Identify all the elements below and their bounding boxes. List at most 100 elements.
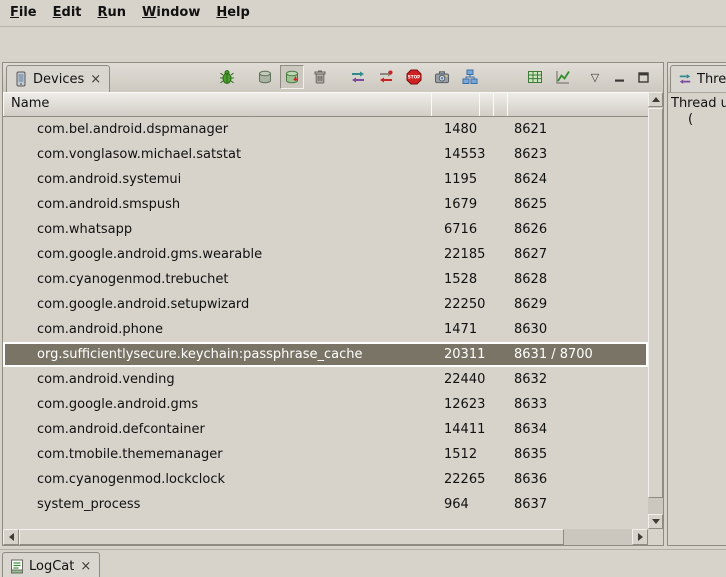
close-icon[interactable]: ×	[79, 560, 92, 573]
tab-logcat[interactable]: LogCat ×	[2, 552, 100, 577]
process-pid: 22265	[444, 467, 485, 492]
column-header-port[interactable]	[507, 92, 648, 116]
menu-window[interactable]: Window	[134, 0, 208, 26]
scroll-down-button[interactable]	[648, 514, 663, 529]
update-threads-button[interactable]	[346, 65, 370, 89]
update-heap-button[interactable]	[253, 65, 277, 89]
process-port: 8625	[514, 192, 547, 217]
process-name: com.android.systemui	[37, 167, 181, 192]
stop-process-button[interactable]: STOP	[402, 65, 426, 89]
tab-devices[interactable]: Devices ×	[6, 65, 110, 92]
process-pid: 22185	[444, 242, 485, 267]
column-header-pid[interactable]	[431, 92, 480, 116]
table-row[interactable]: system_process 964 8637	[3, 492, 648, 517]
screen-capture-button[interactable]	[430, 65, 454, 89]
trash-icon	[312, 69, 328, 85]
vertical-scroll-thumb[interactable]	[648, 108, 663, 498]
process-name: com.android.defcontainer	[37, 417, 205, 442]
process-port: 8623	[514, 142, 547, 167]
table-row[interactable]: com.google.android.gms 12623 8633	[3, 392, 648, 417]
table-row[interactable]: com.cyanogenmod.trebuchet 1528 8628	[3, 267, 648, 292]
process-pid: 14553	[444, 142, 485, 167]
process-port: 8636	[514, 467, 547, 492]
process-name: com.google.android.gms	[37, 392, 198, 417]
menu-help[interactable]: Help	[208, 0, 257, 26]
device-icon	[14, 71, 28, 87]
table-row[interactable]: com.bel.android.dspmanager 1480 8621	[3, 117, 648, 142]
process-rows: com.bel.android.dspmanager 1480 8621 com…	[3, 117, 648, 517]
devices-tabstrip: Devices ×	[3, 63, 663, 93]
menu-edit[interactable]: Edit	[45, 0, 90, 26]
process-port: 8637	[514, 492, 547, 517]
process-pid: 14411	[444, 417, 485, 442]
debug-process-button[interactable]	[215, 65, 239, 89]
dump-hprof-button[interactable]	[280, 65, 304, 89]
cause-gc-button[interactable]	[308, 65, 332, 89]
process-pid: 1528	[444, 267, 477, 292]
process-pid: 20311	[444, 342, 485, 367]
close-icon[interactable]: ×	[89, 73, 102, 86]
svg-text:STOP: STOP	[408, 75, 421, 80]
process-port: 8635	[514, 442, 547, 467]
column-header-name[interactable]: Name	[3, 92, 432, 116]
threads-message-line1: Thread up	[671, 96, 726, 111]
table-row[interactable]: com.vonglasow.michael.satstat 14553 8623	[3, 142, 648, 167]
scroll-right-button[interactable]	[632, 529, 648, 545]
table-row[interactable]: org.sufficientlysecure.keychain:passphra…	[3, 342, 648, 367]
opengl-trace-button[interactable]	[551, 65, 575, 89]
threads-panel: Threads Thread up (	[667, 62, 726, 546]
menu-run[interactable]: Run	[90, 0, 135, 26]
scroll-left-button[interactable]	[3, 529, 19, 545]
dump-view-hierarchy-button[interactable]	[458, 65, 482, 89]
bottom-panel: LogCat ×	[0, 549, 726, 577]
threads-icon	[678, 72, 692, 86]
table-row[interactable]: com.android.systemui 1195 8624	[3, 167, 648, 192]
process-pid: 6716	[444, 217, 477, 242]
process-pid: 964	[444, 492, 469, 517]
table-row[interactable]: com.android.smspush 1679 8625	[3, 192, 648, 217]
trace-graph-icon	[555, 69, 571, 85]
table-row[interactable]: com.whatsapp 6716 8626	[3, 217, 648, 242]
process-name: com.android.vending	[37, 367, 175, 392]
horizontal-scrollbar[interactable]	[3, 529, 648, 545]
arrow-left-icon	[9, 533, 14, 541]
table-row[interactable]: com.tmobile.thememanager 1512 8635	[3, 442, 648, 467]
heap-cylinder-icon	[257, 69, 273, 85]
threads-message-line2: (	[688, 112, 693, 127]
stop-icon: STOP	[406, 69, 422, 85]
process-port: 8632	[514, 367, 547, 392]
maximize-icon	[638, 72, 649, 83]
process-port: 8631 / 8700	[514, 342, 593, 367]
column-header-status2[interactable]	[493, 92, 508, 116]
process-pid: 1471	[444, 317, 477, 342]
table-row[interactable]: com.android.defcontainer 14411 8634	[3, 417, 648, 442]
process-pid: 22250	[444, 292, 485, 317]
table-row[interactable]: com.google.android.gms.wearable 22185 86…	[3, 242, 648, 267]
tab-threads[interactable]: Threads	[670, 65, 726, 92]
process-port: 8621	[514, 117, 547, 142]
horizontal-scroll-thumb[interactable]	[19, 529, 564, 545]
process-port: 8629	[514, 292, 547, 317]
debug-bug-icon	[219, 69, 235, 85]
table-row[interactable]: com.google.android.setupwizard 22250 862…	[3, 292, 648, 317]
view-hierarchy-icon	[462, 69, 478, 85]
vertical-scrollbar[interactable]	[648, 92, 663, 529]
arrow-right-icon	[638, 533, 643, 541]
table-row[interactable]: com.android.phone 1471 8630	[3, 317, 648, 342]
scroll-up-button[interactable]	[648, 92, 663, 107]
minimize-button[interactable]	[609, 65, 629, 89]
maximize-button[interactable]	[633, 65, 653, 89]
column-header-name-label: Name	[3, 92, 431, 116]
process-name: com.google.android.gms.wearable	[37, 242, 262, 267]
process-name: com.cyanogenmod.lockclock	[37, 467, 225, 492]
process-name: com.tmobile.thememanager	[37, 442, 223, 467]
table-row[interactable]: com.cyanogenmod.lockclock 22265 8636	[3, 467, 648, 492]
column-header-status1[interactable]	[479, 92, 494, 116]
process-port: 8624	[514, 167, 547, 192]
start-method-profiling-button[interactable]	[374, 65, 398, 89]
process-pid: 1480	[444, 117, 477, 142]
menu-file[interactable]: File	[2, 0, 45, 26]
view-menu-button[interactable]: ▽	[585, 65, 605, 89]
sysinfo-table-button[interactable]	[523, 65, 547, 89]
table-row[interactable]: com.android.vending 22440 8632	[3, 367, 648, 392]
